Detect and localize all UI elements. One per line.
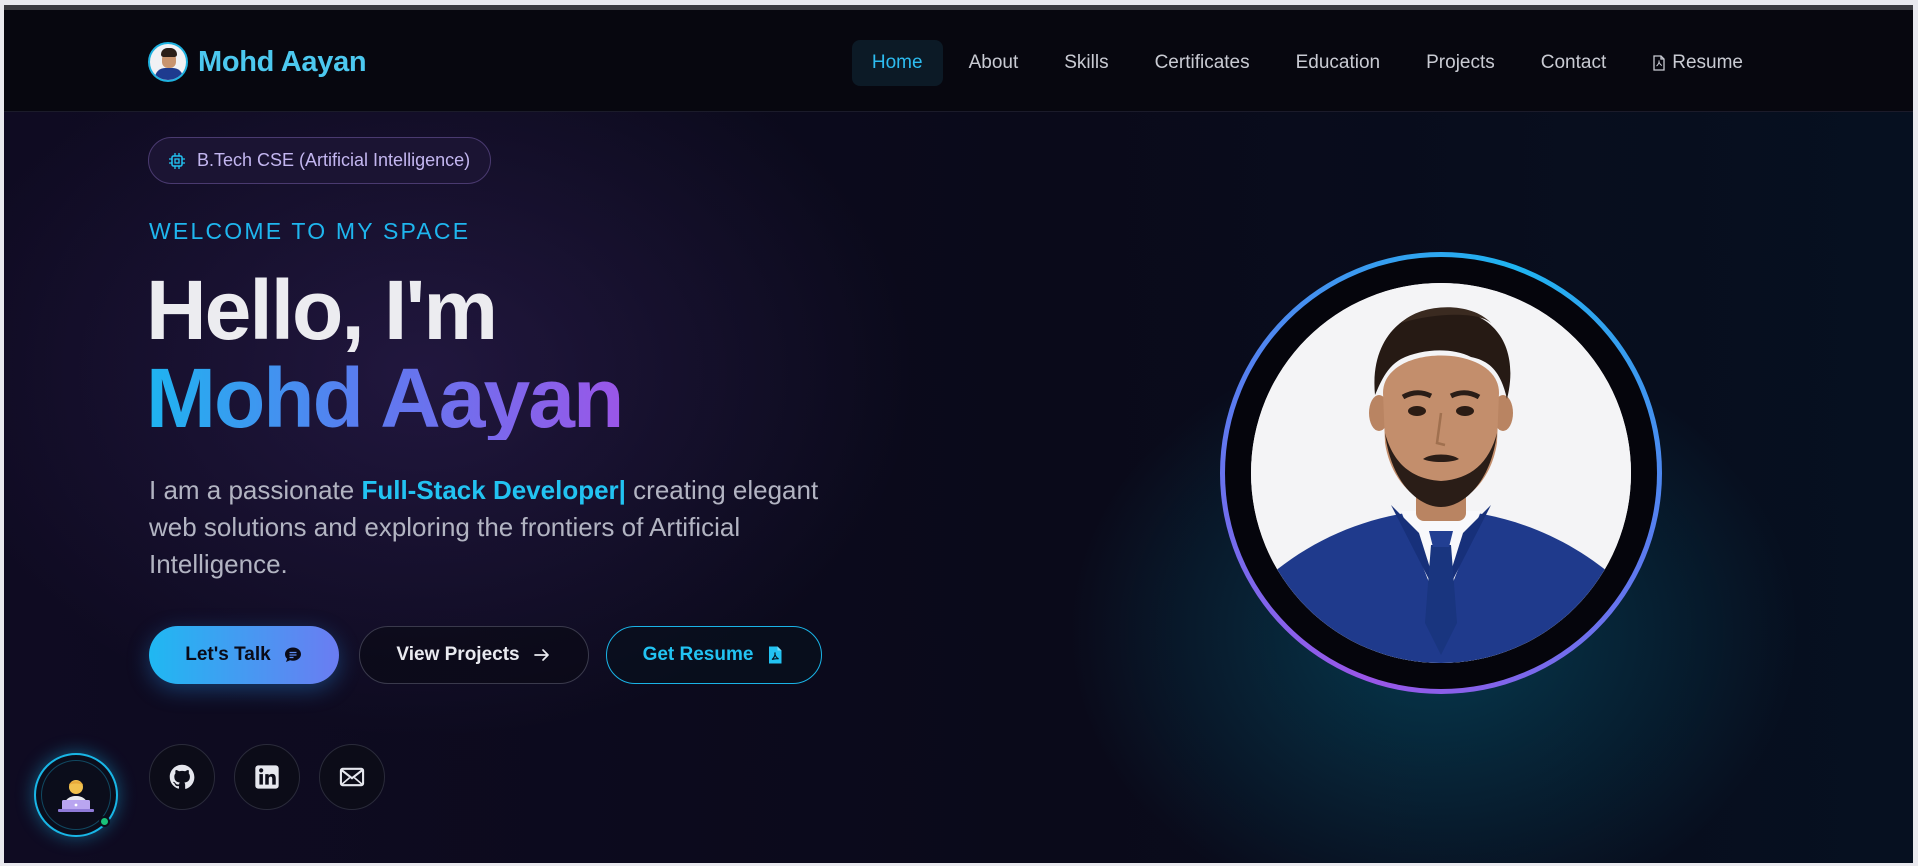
hero-intro: I am a passionate Full-Stack Developer| … <box>149 472 849 583</box>
online-status-dot <box>99 816 110 827</box>
nav-links: Home About Skills Certificates Education… <box>851 40 1763 86</box>
brand-logo[interactable]: Mohd Aayan <box>148 42 367 82</box>
get-resume-button[interactable]: Get Resume <box>606 626 822 684</box>
hero-name: Mohd Aayan <box>146 351 624 445</box>
intro-highlight: Full-Stack Developer <box>361 475 619 505</box>
view-projects-button[interactable]: View Projects <box>359 626 589 684</box>
mail-icon <box>339 767 365 787</box>
linkedin-icon <box>255 765 279 789</box>
pdf-file-icon <box>1653 55 1665 71</box>
profile-photo <box>1251 283 1631 663</box>
floating-assistant-button[interactable] <box>34 753 118 837</box>
intro-text-pre: I am a passionate <box>149 475 362 505</box>
brand-name: Mohd Aayan <box>198 45 367 78</box>
navbar: Mohd Aayan Home About Skills Certificate… <box>4 10 1913 112</box>
nav-item-contact[interactable]: Contact <box>1521 40 1626 86</box>
nav-item-projects[interactable]: Projects <box>1406 40 1515 86</box>
pdf-file-icon <box>769 646 782 664</box>
developer-emoji-icon <box>58 780 94 812</box>
cpu-chip-icon <box>169 152 185 169</box>
degree-badge-label: B.Tech CSE (Artificial Intelligence) <box>197 150 471 170</box>
github-icon <box>169 764 195 789</box>
chat-bubble-icon <box>284 647 301 662</box>
nav-item-resume[interactable]: Resume <box>1632 40 1763 86</box>
nav-item-skills[interactable]: Skills <box>1044 40 1128 86</box>
lets-talk-label: Let's Talk <box>185 644 271 665</box>
lets-talk-button[interactable]: Let's Talk <box>149 626 339 684</box>
nav-item-education[interactable]: Education <box>1276 40 1401 86</box>
get-resume-label: Get Resume <box>642 644 754 665</box>
profile-photo-frame <box>1220 252 1662 694</box>
nav-item-about[interactable]: About <box>949 40 1039 86</box>
nav-item-home[interactable]: Home <box>851 40 943 86</box>
avatar <box>148 42 188 82</box>
email-link[interactable] <box>319 744 385 810</box>
nav-item-resume-label: Resume <box>1672 52 1743 73</box>
view-projects-label: View Projects <box>396 644 520 665</box>
typing-cursor: | <box>618 475 626 505</box>
browser-viewport: Mohd Aayan Home About Skills Certificate… <box>4 5 1913 863</box>
degree-badge: B.Tech CSE (Artificial Intelligence) <box>148 137 492 184</box>
welcome-eyebrow: WELCOME TO MY SPACE <box>149 218 471 244</box>
portrait-illustration <box>1251 283 1631 663</box>
github-link[interactable] <box>149 744 215 810</box>
nav-item-certificates[interactable]: Certificates <box>1135 40 1270 86</box>
linkedin-link[interactable] <box>234 744 300 810</box>
arrow-right-icon <box>533 649 549 661</box>
hero-greeting: Hello, I'm <box>146 263 498 357</box>
